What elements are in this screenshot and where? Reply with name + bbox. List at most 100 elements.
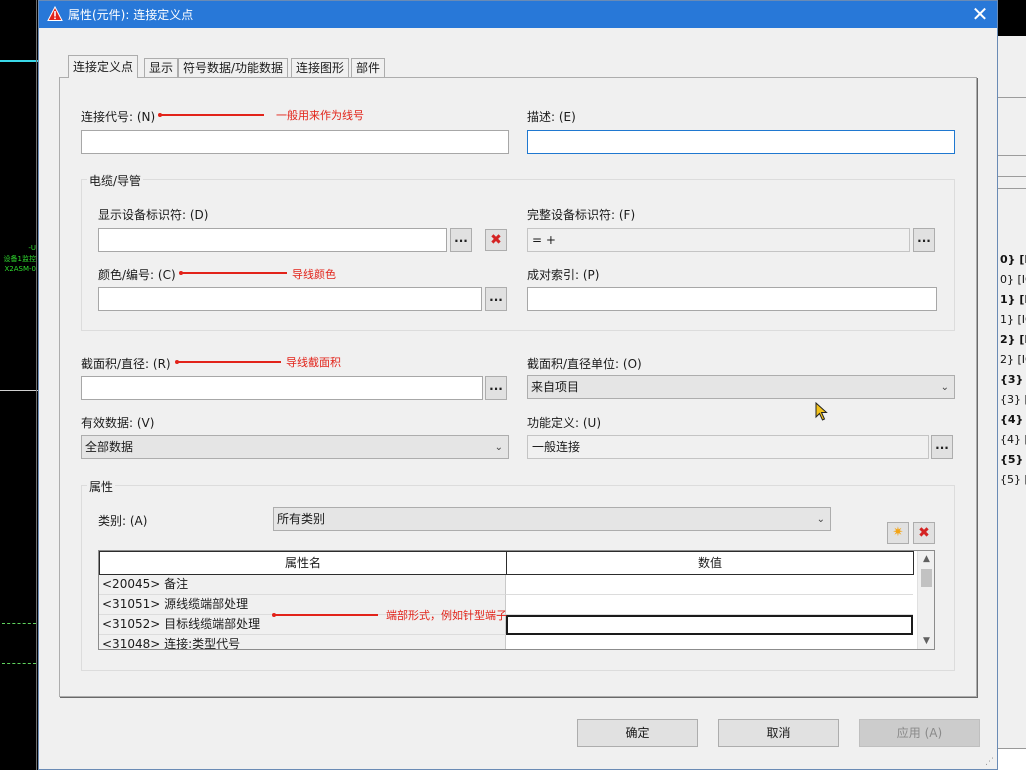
mouse-cursor-icon (815, 402, 828, 421)
table-row[interactable]: <20045> 备注 (99, 575, 914, 595)
divider (998, 97, 1026, 98)
background-list-item: 0} [I (1000, 253, 1026, 266)
function-definition-browse-button[interactable]: ... (931, 435, 953, 459)
cyan-line (0, 60, 38, 62)
category-label: 类别: (A) (98, 514, 148, 528)
category-select[interactable]: 所有类别 ⌄ (273, 507, 831, 531)
full-device-id-input[interactable]: = + (527, 228, 910, 252)
property-value-cell[interactable] (506, 635, 913, 649)
canvas-text-2: 设备1监控 (3, 255, 36, 263)
property-name-cell: <20045> 备注 (99, 575, 506, 595)
background-list-item: {5} [ (1000, 453, 1026, 466)
delete-icon[interactable]: ✖ (485, 229, 507, 251)
canvas-strip (998, 0, 1026, 36)
divider (998, 176, 1026, 177)
property-name-cell: <31048> 连接:类型代号 (99, 635, 506, 649)
connection-code-input[interactable] (81, 130, 509, 154)
property-value-cell[interactable] (506, 595, 913, 615)
delete-property-icon[interactable]: ✖ (913, 522, 935, 544)
annotation-line (160, 114, 264, 116)
dashed-line (2, 623, 36, 624)
property-value-cell-selected[interactable] (506, 615, 913, 635)
annotation-wire-number: 一般用来作为线号 (276, 109, 364, 122)
background-list-item: {4} [ (1000, 433, 1026, 446)
description-label: 描述: (E) (527, 110, 576, 124)
annotation-line (177, 361, 281, 363)
background-list-item: 0} [IC (1000, 273, 1026, 286)
table-row[interactable]: <31048> 连接:类型代号 (99, 635, 914, 649)
cross-section-unit-select[interactable]: 来自项目 ⌄ (527, 375, 955, 399)
display-device-id-input[interactable] (98, 228, 447, 252)
scroll-thumb[interactable] (921, 569, 932, 587)
dashed-line (2, 663, 36, 664)
color-number-label: 颜色/编号: (C) (98, 268, 176, 282)
tab-display[interactable]: 显示 (144, 58, 179, 78)
chevron-down-icon: ⌄ (940, 382, 949, 393)
background-list-item: {5} [ (1000, 473, 1026, 486)
full-device-id-browse-button[interactable]: ... (913, 228, 935, 252)
tab-connection-point[interactable]: 连接定义点 (68, 55, 139, 78)
cross-section-unit-label: 截面积/直径单位: (O) (527, 357, 642, 371)
display-device-id-browse-button[interactable]: ... (450, 228, 472, 252)
cable-group-title: 电缆/导管 (87, 172, 144, 189)
divider (998, 155, 1026, 156)
background-list-item: 1} [IC (1000, 313, 1026, 326)
function-definition-label: 功能定义: (U) (527, 416, 602, 430)
full-device-id-label: 完整设备标识符: (F) (527, 208, 636, 222)
cross-section-label: 截面积/直径: (R) (81, 357, 171, 371)
column-header-property-name[interactable]: 属性名 (99, 551, 507, 575)
canvas-border (36, 0, 37, 770)
annotation-wire-color: 导线颜色 (292, 268, 336, 281)
background-list-item: {4} [ (1000, 413, 1026, 426)
scroll-up-icon[interactable]: ▲ (918, 551, 934, 567)
cross-section-unit-value: 来自项目 (531, 380, 580, 394)
title-bar[interactable]: 属性(元件): 连接定义点 ✕ (39, 1, 997, 28)
background-list-item: 1} [I (1000, 293, 1026, 306)
scroll-down-icon[interactable]: ▼ (918, 633, 934, 649)
background-canvas-left: -U 设备1监控 X2ASM-0 (0, 0, 38, 770)
new-property-icon[interactable]: ✷ (887, 522, 909, 544)
annotation-line (274, 614, 378, 616)
cancel-button[interactable]: 取消 (718, 719, 839, 747)
description-input[interactable] (527, 130, 955, 154)
pair-index-input[interactable] (527, 287, 937, 311)
tab-connection-graphics[interactable]: 连接图形 (291, 58, 350, 78)
divider (998, 188, 1026, 189)
color-number-browse-button[interactable]: ... (485, 287, 507, 311)
properties-table: 属性名 数值 <20045> 备注 <31051> 源线缆端部处理 <31052… (98, 550, 935, 650)
canvas-text-3: X2ASM-0 (4, 265, 37, 273)
chevron-down-icon: ⌄ (816, 514, 825, 525)
properties-dialog: 属性(元件): 连接定义点 ✕ 连接定义点 显示 符号数据/功能数据 连接图形 … (38, 0, 998, 770)
ok-button[interactable]: 确定 (577, 719, 698, 747)
annotation-end-treatment: 端部形式，例如针型端子 (386, 609, 507, 622)
background-list-item: {3} [ (1000, 373, 1026, 386)
color-number-input[interactable] (98, 287, 482, 311)
table-scrollbar[interactable]: ▲ ▼ (917, 551, 934, 649)
pair-index-label: 成对索引: (P) (527, 268, 600, 282)
status-strip (998, 748, 1026, 770)
annotation-line (181, 272, 287, 274)
tab-parts[interactable]: 部件 (351, 58, 386, 78)
background-panel-right: 0} [I 0} [IC 1} [I 1} [IC 2} [I 2} [IC {3} [ {3… (998, 0, 1026, 770)
close-button[interactable]: ✕ (969, 3, 991, 25)
background-list-item: 2} [I (1000, 333, 1026, 346)
cross-section-browse-button[interactable]: ... (485, 376, 507, 400)
canvas-text-1: -U (28, 244, 36, 252)
white-line (0, 390, 38, 391)
display-device-id-label: 显示设备标识符: (D) (98, 208, 209, 222)
valid-data-select[interactable]: 全部数据 ⌄ (81, 435, 509, 459)
properties-group-title: 属性 (87, 478, 116, 495)
property-value-cell[interactable] (506, 575, 913, 595)
background-list-item: {3} [ (1000, 393, 1026, 406)
background-list-item: 2} [IC (1000, 353, 1026, 366)
connection-code-label: 连接代号: (N) (81, 110, 156, 124)
resize-grip-icon[interactable]: ⋰ (985, 757, 995, 767)
chevron-down-icon: ⌄ (494, 442, 503, 453)
tab-symbol-function-data[interactable]: 符号数据/功能数据 (178, 58, 289, 78)
function-definition-input[interactable]: 一般连接 (527, 435, 929, 459)
cross-section-input[interactable] (81, 376, 483, 400)
apply-button[interactable]: 应用 (A) (859, 719, 980, 747)
dialog-title: 属性(元件): 连接定义点 (68, 8, 194, 22)
valid-data-value: 全部数据 (85, 440, 134, 454)
column-header-value[interactable]: 数值 (506, 551, 914, 575)
